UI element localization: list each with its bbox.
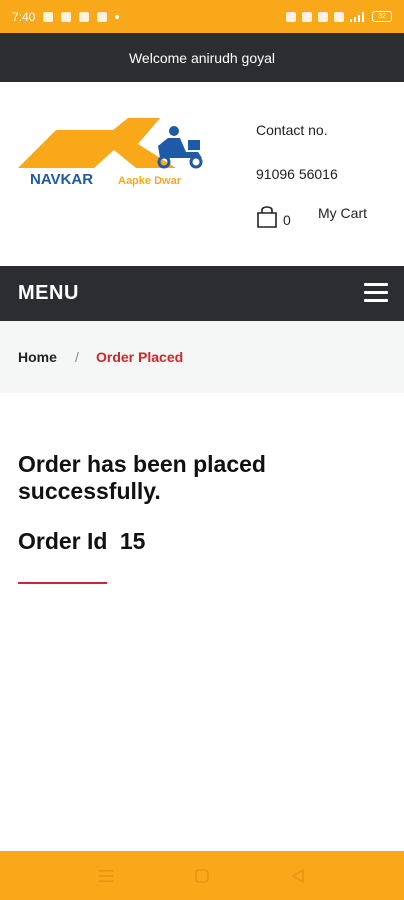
menu-label[interactable]: MENU	[18, 282, 79, 305]
welcome-text: Welcome anirudh goyal	[128, 49, 276, 66]
status-right: 32	[286, 11, 392, 22]
battery-icon: 32	[372, 11, 392, 22]
cart-count: 0	[283, 212, 291, 228]
menu-bar[interactable]: MENU	[0, 266, 404, 321]
signal-icon	[350, 11, 364, 22]
home-icon[interactable]	[193, 867, 211, 885]
logo-text: NAVKAR	[30, 171, 93, 188]
shopping-bag-icon[interactable]	[256, 204, 278, 228]
site-header: NAVKAR Aapke Dwar Contact no. 91096 5601…	[0, 82, 404, 266]
hamburger-icon[interactable]	[364, 283, 388, 303]
call-icon	[97, 11, 108, 22]
data-icon	[318, 11, 328, 22]
wifi-icon	[334, 11, 344, 22]
system-nav-bar	[0, 851, 404, 900]
back-icon[interactable]	[289, 867, 307, 885]
navkar-logo[interactable]: NAVKAR Aapke Dwar	[18, 118, 213, 190]
accent-divider	[18, 582, 107, 584]
alarm-icon	[302, 11, 312, 22]
breadcrumb-current: Order Placed	[96, 349, 184, 365]
app-icon	[79, 11, 90, 22]
status-bar: 7:40 32	[0, 0, 404, 33]
welcome-bar: Welcome anirudh goyal	[0, 33, 404, 82]
notification-icon	[43, 11, 54, 22]
gallery-icon	[61, 11, 72, 22]
breadcrumb: Home / Order Placed	[0, 321, 404, 393]
recents-icon[interactable]	[97, 867, 115, 885]
status-left: 7:40	[12, 9, 120, 24]
my-cart-link[interactable]: My Cart	[318, 205, 367, 221]
order-id: Order Id 15	[18, 528, 145, 555]
order-id-value: 15	[119, 528, 146, 554]
more-dot-icon	[115, 14, 120, 19]
order-success-message: Order has been placed successfully.	[18, 451, 266, 504]
breadcrumb-home[interactable]: Home	[18, 349, 57, 365]
logo-tagline: Aapke Dwar	[118, 175, 182, 187]
contact-label: Contact no.	[256, 122, 328, 138]
breadcrumb-separator: /	[75, 349, 79, 365]
contact-number[interactable]: 91096 56016	[256, 166, 338, 182]
vibrate-icon	[286, 11, 296, 22]
order-id-label: Order Id	[18, 528, 108, 554]
status-time: 7:40	[12, 9, 36, 24]
